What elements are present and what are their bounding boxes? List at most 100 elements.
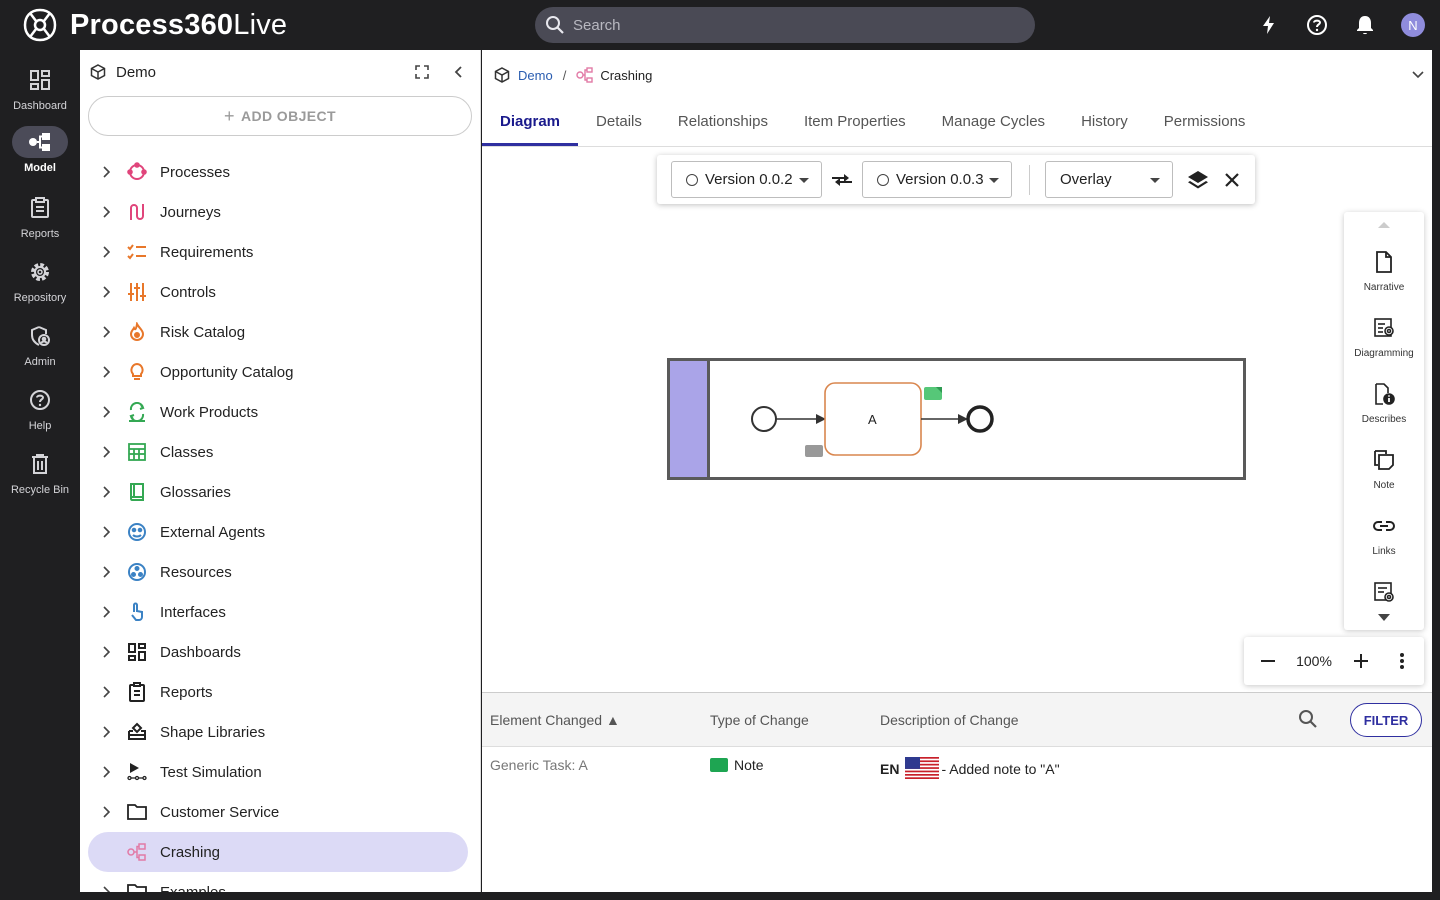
chevron-right-icon[interactable] (96, 166, 116, 178)
tool-diagramming[interactable]: Diagramming (1344, 316, 1424, 359)
pool-shape[interactable]: A (667, 358, 1246, 480)
tree-item-requirements[interactable]: Requirements (88, 232, 468, 272)
tree-item-work-products[interactable]: Work Products (88, 392, 468, 432)
layers-icon[interactable] (1185, 167, 1211, 193)
chevron-right-icon[interactable] (96, 446, 116, 458)
tree-item-external-agents[interactable]: External Agents (88, 512, 468, 552)
expand-icon[interactable] (410, 60, 434, 84)
tool-settings-document[interactable] (1344, 580, 1424, 604)
nav-recycle-bin[interactable]: Recycle Bin (0, 448, 80, 496)
cube-icon (494, 67, 510, 83)
tree-item-opportunity-catalog[interactable]: Opportunity Catalog (88, 352, 468, 392)
tool-links[interactable]: Links (1344, 514, 1424, 557)
tree-item-test-simulation[interactable]: Test Simulation (88, 752, 468, 792)
dashboard-icon (12, 64, 68, 96)
classes-icon (126, 441, 148, 463)
tool-narrative[interactable]: Narrative (1344, 250, 1424, 293)
tree-item-label: Controls (160, 283, 216, 301)
nav-admin[interactable]: Admin (0, 320, 80, 368)
chevron-right-icon[interactable] (96, 486, 116, 498)
left-version-select[interactable]: Version 0.0.2 (671, 161, 822, 198)
search-bar[interactable] (535, 7, 1035, 43)
app-logo[interactable]: Process360Live (22, 7, 287, 43)
chevron-right-icon[interactable] (96, 286, 116, 298)
scroll-up-icon[interactable] (1378, 222, 1390, 228)
app-title: Process360Live (70, 8, 288, 41)
tree-item-processes[interactable]: Processes (88, 152, 468, 192)
help-circle-icon[interactable] (1304, 12, 1330, 38)
close-icon[interactable] (1219, 167, 1245, 193)
chevron-right-icon[interactable] (96, 326, 116, 338)
chevron-down-icon[interactable] (1412, 66, 1424, 84)
tree-item-resources[interactable]: Resources (88, 552, 468, 592)
tab-permissions[interactable]: Permissions (1146, 104, 1264, 146)
chevron-right-icon[interactable] (96, 686, 116, 698)
caret-down-icon (799, 178, 809, 183)
tree-item-label: Risk Catalog (160, 323, 246, 341)
scroll-down-icon[interactable] (1378, 614, 1390, 621)
chevron-right-icon[interactable] (96, 526, 116, 538)
chevron-right-icon[interactable] (96, 206, 116, 218)
tree-item-examples[interactable]: Examples (88, 872, 468, 892)
tab-relationships[interactable]: Relationships (660, 104, 786, 146)
end-event[interactable] (966, 405, 994, 433)
plus-icon: + (224, 105, 235, 126)
tab-history[interactable]: History (1063, 104, 1146, 146)
note-marker[interactable] (805, 445, 823, 457)
tree-item-risk-catalog[interactable]: Risk Catalog (88, 312, 468, 352)
tab-item-properties[interactable]: Item Properties (786, 104, 924, 146)
folder-icon (126, 801, 148, 823)
right-version-select[interactable]: Version 0.0.3 (862, 161, 1012, 198)
search-input[interactable] (573, 16, 1013, 34)
tree-item-dashboards[interactable]: Dashboards (88, 632, 468, 672)
nav-reports[interactable]: Reports (0, 192, 80, 240)
collapse-panel-icon[interactable] (446, 60, 470, 84)
bell-icon[interactable] (1352, 12, 1378, 38)
lightning-icon[interactable] (1256, 12, 1282, 38)
tab-details[interactable]: Details (578, 104, 660, 146)
nav-help[interactable]: Help (0, 384, 80, 432)
diagram-canvas[interactable]: A (482, 147, 1342, 692)
chevron-right-icon[interactable] (96, 406, 116, 418)
tree-item-interfaces[interactable]: Interfaces (88, 592, 468, 632)
column-description[interactable]: Description of Change (880, 712, 1019, 728)
tab-manage-cycles[interactable]: Manage Cycles (924, 104, 1063, 146)
tree-item-glossaries[interactable]: Glossaries (88, 472, 468, 512)
add-object-button[interactable]: + ADD OBJECT (88, 96, 472, 136)
chevron-right-icon[interactable] (96, 566, 116, 578)
chevron-right-icon[interactable] (96, 606, 116, 618)
zoom-out-icon[interactable] (1256, 649, 1280, 673)
chevron-right-icon[interactable] (96, 806, 116, 818)
search-icon[interactable] (1298, 709, 1318, 732)
user-avatar[interactable]: N (1400, 12, 1426, 38)
nav-dashboard[interactable]: Dashboard (0, 64, 80, 112)
tool-note[interactable]: Note (1344, 448, 1424, 491)
tree-item-customer-service[interactable]: Customer Service (88, 792, 468, 832)
nav-model[interactable]: Model (0, 126, 80, 174)
tree-item-crashing[interactable]: Crashing (88, 832, 468, 872)
tool-describes[interactable]: Describes (1344, 382, 1424, 425)
filter-button[interactable]: FILTER (1350, 703, 1422, 737)
table-row[interactable]: Generic Task: A Note EN - Added note to "… (482, 747, 1432, 783)
tree-item-classes[interactable]: Classes (88, 432, 468, 472)
column-type-of-change[interactable]: Type of Change (710, 712, 809, 728)
swap-versions-icon[interactable] (829, 167, 855, 193)
start-event[interactable] (751, 406, 777, 432)
zoom-in-icon[interactable] (1349, 649, 1373, 673)
chevron-right-icon[interactable] (96, 366, 116, 378)
breadcrumb-root[interactable]: Demo (518, 68, 553, 83)
column-element-changed[interactable]: Element Changed ▲ (490, 712, 620, 728)
tab-diagram[interactable]: Diagram (482, 104, 579, 146)
chevron-right-icon[interactable] (96, 886, 116, 892)
tree-item-shape-libraries[interactable]: Shape Libraries (88, 712, 468, 752)
chevron-right-icon[interactable] (96, 246, 116, 258)
chevron-right-icon[interactable] (96, 726, 116, 738)
nav-repository[interactable]: Repository (0, 256, 80, 304)
tree-item-reports[interactable]: Reports (88, 672, 468, 712)
more-vertical-icon[interactable] (1390, 649, 1414, 673)
chevron-right-icon[interactable] (96, 766, 116, 778)
tree-item-journeys[interactable]: Journeys (88, 192, 468, 232)
chevron-right-icon[interactable] (96, 646, 116, 658)
compare-mode-select[interactable]: Overlay (1045, 161, 1173, 198)
tree-item-controls[interactable]: Controls (88, 272, 468, 312)
